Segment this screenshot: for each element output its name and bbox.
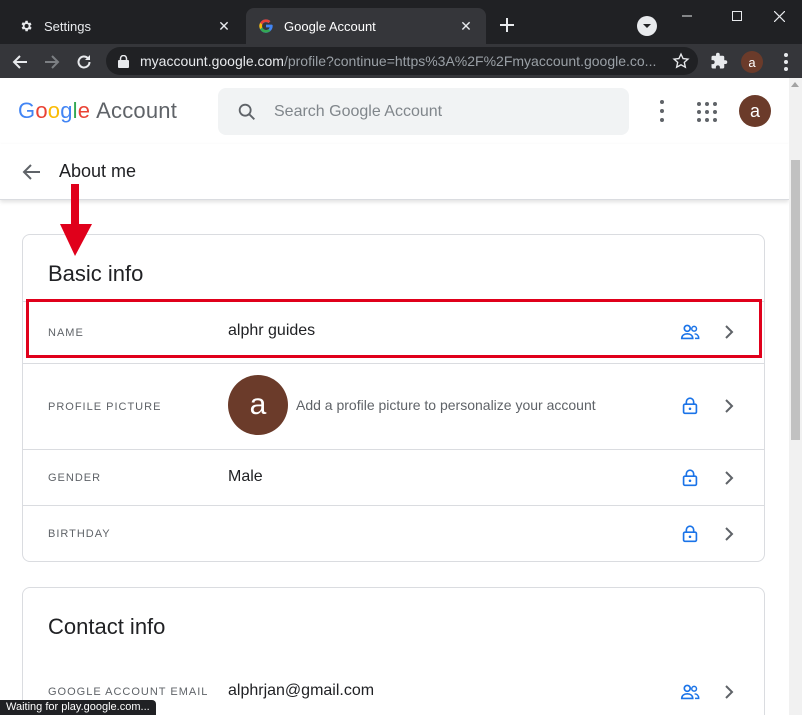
tab-settings[interactable]: Settings ✕ [0, 8, 244, 44]
profile-picture-hint: Add a profile picture to personalize you… [296, 397, 596, 413]
chevron-right-icon [722, 399, 736, 413]
more-options-icon[interactable] [653, 100, 671, 122]
extensions-puzzle-icon[interactable] [710, 52, 730, 72]
row-value: Male [228, 468, 263, 485]
url-domain: myaccount.google.com [140, 53, 284, 69]
row-label: BIRTHDAY [48, 528, 111, 540]
lock-icon [679, 523, 701, 545]
search-icon [236, 101, 258, 123]
google-account-logo[interactable]: Google Account [18, 98, 177, 124]
contact-info-card: Contact info GOOGLE ACCOUNT EMAIL alphrj… [22, 587, 765, 715]
search-input[interactable]: Search Google Account [218, 88, 629, 135]
minimize-icon[interactable] [664, 0, 710, 32]
chevron-right-icon [722, 685, 736, 699]
back-arrow-icon[interactable] [6, 48, 34, 76]
new-tab-plus-icon[interactable] [496, 14, 518, 36]
scrollbar-thumb[interactable] [791, 160, 800, 440]
browser-tab-strip: Settings ✕ Google Account ✕ [0, 0, 802, 44]
google-g-icon [258, 18, 274, 34]
section-title: Contact info [48, 614, 166, 639]
row-label: PROFILE PICTURE [48, 401, 162, 413]
basic-info-card: Basic info NAME alphr guides PROFILE PIC… [22, 234, 765, 562]
chevron-right-icon [722, 471, 736, 485]
lock-icon [679, 467, 701, 489]
back-arrow-icon[interactable] [20, 160, 44, 184]
address-bar[interactable]: myaccount.google.com/profile?continue=ht… [106, 47, 698, 75]
gear-icon [18, 18, 34, 34]
row-label: GENDER [48, 472, 102, 484]
avatar[interactable]: a [739, 95, 771, 127]
google-account-header: Google Account Search Google Account a [0, 78, 789, 144]
profile-picture-row[interactable]: PROFILE PICTURE a Add a profile picture … [23, 363, 764, 449]
tab-title: Settings [44, 18, 91, 34]
section-title: Basic info [48, 261, 144, 286]
search-placeholder: Search Google Account [274, 102, 443, 120]
tab-title: Google Account [284, 18, 376, 34]
close-icon[interactable]: ✕ [456, 16, 476, 36]
lock-icon [679, 395, 701, 417]
browser-toolbar: myaccount.google.com/profile?continue=ht… [0, 44, 802, 78]
page-title: About me [59, 161, 137, 181]
profile-picture-avatar[interactable]: a [228, 375, 288, 435]
lock-icon[interactable] [118, 54, 130, 68]
browser-profile-avatar[interactable]: a [741, 51, 763, 73]
tab-google-account[interactable]: Google Account ✕ [246, 8, 486, 44]
scroll-up-arrow-icon[interactable] [791, 82, 799, 87]
gender-row[interactable]: GENDER Male [23, 449, 764, 505]
url-path: /profile?continue=https%3A%2F%2Fmyaccoun… [283, 53, 657, 69]
bookmark-star-icon[interactable] [672, 52, 690, 70]
status-bar: Waiting for play.google.com... [0, 700, 156, 715]
row-value: alphrjan@gmail.com [228, 682, 375, 699]
row-label: GOOGLE ACCOUNT EMAIL [48, 686, 209, 698]
page-viewport: Google Account Search Google Account a Ab… [0, 78, 802, 715]
people-icon [679, 681, 701, 703]
name-row-highlight [26, 299, 762, 358]
reload-icon[interactable] [70, 48, 98, 76]
about-me-header: About me [0, 144, 789, 200]
page-scrollbar[interactable] [789, 78, 802, 715]
close-icon[interactable]: ✕ [214, 16, 234, 36]
window-close-icon[interactable] [756, 0, 802, 32]
tab-search-chevron-icon[interactable] [637, 16, 657, 36]
forward-arrow-icon[interactable] [38, 48, 66, 76]
birthday-row[interactable]: BIRTHDAY [23, 505, 764, 561]
url-text: myaccount.google.com/profile?continue=ht… [140, 53, 660, 69]
chevron-right-icon [722, 527, 736, 541]
browser-menu-icon[interactable] [778, 52, 794, 72]
red-arrow-annotation [60, 184, 92, 256]
maximize-icon[interactable] [714, 0, 760, 32]
google-apps-icon[interactable] [697, 102, 717, 122]
